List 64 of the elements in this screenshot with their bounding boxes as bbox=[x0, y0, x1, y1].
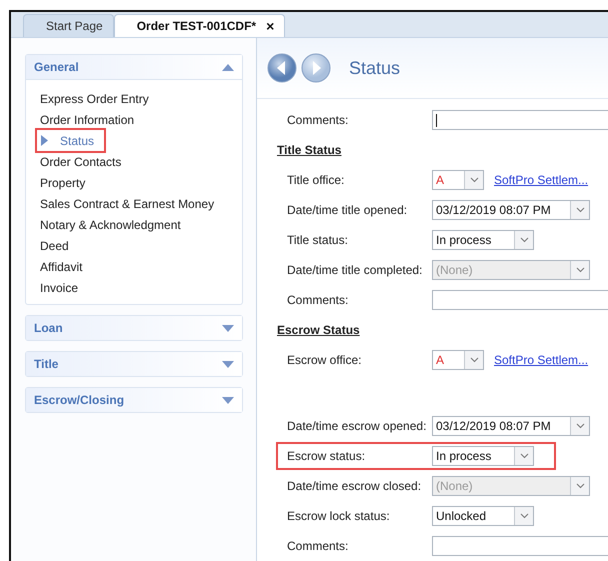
comments-field[interactable] bbox=[432, 536, 608, 556]
nav-group-header[interactable]: General bbox=[26, 55, 242, 79]
tab[interactable]: Start Page bbox=[23, 14, 114, 37]
collapse-arrow-icon[interactable] bbox=[222, 64, 234, 70]
field-label: Escrow lock status: bbox=[286, 509, 391, 523]
group-title: General bbox=[34, 60, 79, 74]
dropdown-field[interactable]: In process bbox=[432, 230, 534, 250]
nav-item[interactable]: Order Contacts bbox=[40, 151, 122, 172]
office-link[interactable]: SoftPro Settlem... bbox=[494, 353, 588, 367]
dropdown-field[interactable]: A bbox=[432, 170, 484, 190]
office-link[interactable]: SoftPro Settlem... bbox=[494, 173, 588, 187]
group-title: Escrow/Closing bbox=[34, 393, 124, 407]
field-label: Title office: bbox=[286, 173, 346, 187]
dropdown-field[interactable]: 03/12/2019 08:07 PM bbox=[432, 200, 590, 220]
chevron-down-icon bbox=[576, 483, 584, 489]
nav-item[interactable]: Notary & Acknowledgment bbox=[40, 214, 181, 235]
field-label: Title status: bbox=[286, 233, 349, 247]
close-icon[interactable]: × bbox=[266, 18, 274, 34]
nav-item[interactable]: Affidavit bbox=[40, 256, 82, 277]
group-title: Title bbox=[34, 357, 58, 371]
chevron-down-icon bbox=[576, 267, 584, 273]
chevron-down-icon bbox=[576, 207, 584, 213]
chevron-down-icon bbox=[470, 357, 478, 363]
page-title: Status bbox=[349, 58, 400, 78]
chevron-down-icon bbox=[520, 453, 528, 459]
nav-group-header[interactable]: Title bbox=[26, 352, 242, 376]
expand-arrow-icon[interactable] bbox=[222, 324, 234, 332]
field-label: Escrow status: bbox=[286, 449, 366, 463]
chevron-down-icon bbox=[470, 177, 478, 183]
field-label: Date/time title completed: bbox=[286, 263, 424, 277]
field-label: Date/time escrow opened: bbox=[286, 419, 428, 433]
field-label: Comments: bbox=[286, 293, 350, 307]
field-label: Date/time title opened: bbox=[286, 203, 408, 217]
field-label: Escrow office: bbox=[286, 353, 362, 367]
pointer-icon bbox=[41, 135, 48, 146]
expand-arrow-icon[interactable] bbox=[222, 396, 234, 404]
dropdown-field[interactable]: A bbox=[432, 350, 484, 370]
expand-arrow-icon[interactable] bbox=[222, 360, 234, 368]
section-heading: Escrow Status bbox=[277, 323, 360, 337]
comments-field[interactable] bbox=[432, 110, 608, 130]
nav-item[interactable]: Invoice bbox=[40, 277, 78, 298]
tab[interactable]: Order TEST-001CDF* × bbox=[114, 14, 286, 37]
dropdown-field[interactable]: Unlocked bbox=[432, 506, 534, 526]
chevron-down-icon bbox=[520, 237, 528, 243]
nav-item[interactable]: Status bbox=[37, 130, 104, 151]
field-label: Date/time escrow closed: bbox=[286, 479, 422, 493]
chevron-down-icon bbox=[520, 513, 528, 519]
comments-field[interactable] bbox=[432, 290, 608, 310]
nav-group-header[interactable]: Loan bbox=[26, 316, 242, 340]
nav-item[interactable]: Order Information bbox=[40, 109, 134, 130]
forward-button[interactable] bbox=[301, 53, 331, 83]
group-title: Loan bbox=[34, 321, 63, 335]
nav-item[interactable]: Sales Contract & Earnest Money bbox=[40, 193, 214, 214]
nav-item[interactable]: Deed bbox=[40, 235, 69, 256]
nav-item[interactable]: Express Order Entry bbox=[40, 88, 149, 109]
dropdown-field[interactable]: In process bbox=[432, 446, 534, 466]
field-label: Comments: bbox=[286, 113, 350, 127]
back-button[interactable] bbox=[267, 53, 297, 83]
section-heading: Title Status bbox=[277, 143, 342, 157]
nav-item[interactable]: Property bbox=[40, 172, 86, 193]
dropdown-field[interactable]: 03/12/2019 08:07 PM bbox=[432, 416, 590, 436]
chevron-down-icon bbox=[576, 423, 584, 429]
field-label: Comments: bbox=[286, 539, 350, 553]
nav-group-header[interactable]: Escrow/Closing bbox=[26, 388, 242, 412]
